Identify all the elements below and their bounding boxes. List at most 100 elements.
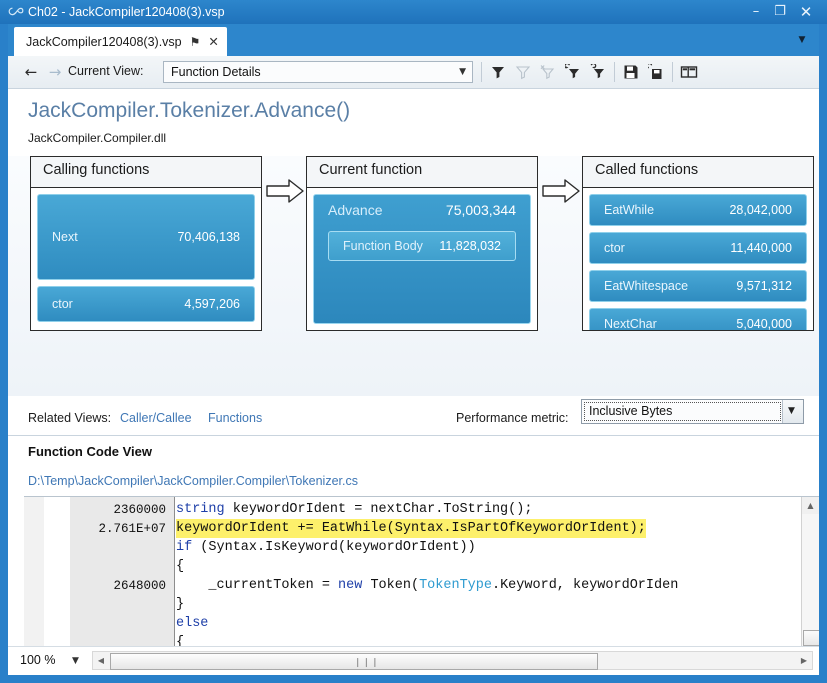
node-value: 28,042,000 [729, 203, 792, 217]
related-views-label: Related Views: [28, 411, 111, 425]
divider [8, 435, 819, 436]
node-label: ctor [52, 297, 73, 311]
current-function-box: Current function Advance 75,003,344 Func… [306, 156, 538, 331]
code-line: } [176, 595, 184, 614]
code-line: if (Syntax.IsKeyword(keywordOrIdent)) [176, 538, 476, 557]
node-value: 5,040,000 [736, 317, 792, 330]
current-function-body: Advance 75,003,344 Function Body 11,828,… [307, 188, 537, 330]
scrollbar-thumb[interactable] [803, 630, 819, 646]
client-area: ← → Current View: Function Details ▼ [8, 56, 819, 675]
close-button[interactable]: ✕ [795, 3, 817, 21]
infinity-icon [8, 5, 24, 19]
current-view-label: Current View: [68, 64, 144, 78]
chevron-down-icon: ▼ [459, 67, 466, 77]
node-label: Advance [328, 202, 382, 218]
node-label: EatWhitespace [604, 279, 688, 293]
called-function-eatwhitespace[interactable]: EatWhitespace 9,571,312 [589, 270, 807, 302]
toolbar: ← → Current View: Function Details ▼ [8, 56, 819, 89]
tab-label: JackCompiler120408(3).vsp [26, 35, 182, 49]
calling-function-ctor[interactable]: ctor 4,597,206 [37, 286, 255, 322]
toolbar-separator-3 [672, 62, 673, 82]
application-window: Ch02 - JackCompiler120408(3).vsp – ❐ ✕ J… [0, 0, 827, 683]
called-function-ctor[interactable]: ctor 11,440,000 [589, 232, 807, 264]
performance-metric-label: Performance metric: [456, 411, 569, 425]
called-functions-header: Called functions [583, 157, 813, 188]
tab-overflow-icon[interactable]: ▼ [795, 33, 809, 47]
current-function-header: Current function [307, 157, 537, 188]
node-value: 9,571,312 [736, 279, 792, 293]
code-line: _currentToken = new Token(TokenType.Keyw… [176, 576, 678, 595]
pin-icon[interactable]: ⚑ [190, 35, 201, 49]
function-code-view-title: Function Code View [28, 444, 152, 459]
called-functions-title: Called functions [595, 162, 698, 178]
related-view-caller-callee-link[interactable]: Caller/Callee [120, 411, 192, 425]
scroll-left-icon[interactable]: ◀ [93, 652, 109, 669]
performance-metric-value: Inclusive Bytes [589, 404, 672, 418]
forward-icon: → [46, 64, 64, 80]
page-title: JackCompiler.Tokenizer.Advance() [28, 99, 350, 123]
current-view-value: Function Details [171, 65, 261, 79]
node-label: ctor [604, 241, 625, 255]
zoom-level: 100 % [20, 653, 55, 667]
calling-functions-header: Calling functions [31, 157, 261, 188]
filter-undo-icon[interactable] [561, 61, 585, 83]
source-file-path-link[interactable]: D:\Temp\JackCompiler\JackCompiler.Compil… [28, 474, 358, 488]
node-label: Function Body [343, 239, 423, 253]
tab-strip: JackCompiler120408(3).vsp ⚑ ✕ ▼ [8, 24, 819, 56]
filter-redo-icon[interactable] [586, 61, 610, 83]
calling-functions-box: Calling functions Next 70,406,138 ctor 4… [30, 156, 262, 331]
maximize-button[interactable]: ❐ [769, 3, 791, 21]
tab-close-icon[interactable]: ✕ [208, 34, 218, 49]
back-icon[interactable]: ← [22, 64, 40, 80]
node-label: EatWhile [604, 203, 654, 217]
code-line: string keywordOrIdent = nextChar.ToStrin… [176, 500, 532, 519]
scroll-up-icon[interactable]: ▲ [802, 497, 819, 514]
split-view-icon[interactable] [677, 61, 701, 83]
calling-functions-body: Next 70,406,138 ctor 4,597,206 [31, 188, 261, 330]
current-function-node[interactable]: Advance 75,003,344 Function Body 11,828,… [313, 194, 531, 324]
scroll-right-icon[interactable]: ▶ [796, 652, 812, 669]
save-icon[interactable] [619, 61, 643, 83]
status-bar: 100 % ▼ ◀ ❘❘❘ ▶ [8, 646, 819, 675]
filter-icon[interactable] [486, 61, 510, 83]
called-functions-body: EatWhile 28,042,000 ctor 11,440,000 EatW… [583, 188, 813, 330]
performance-metric-combo[interactable]: Inclusive Bytes ▼ [581, 399, 804, 424]
called-functions-box: Called functions EatWhile 28,042,000 cto… [582, 156, 814, 331]
filter-delete-icon[interactable] [536, 61, 560, 83]
gutter-value: 2360000 [113, 503, 166, 517]
node-value: 11,828,032 [439, 239, 501, 253]
scrollbar-thumb[interactable]: ❘❘❘ [110, 653, 598, 670]
arrow-current-to-called-icon [542, 178, 582, 204]
calling-function-next[interactable]: Next 70,406,138 [37, 194, 255, 280]
calling-functions-title: Calling functions [43, 162, 149, 178]
node-label: NextChar [604, 317, 657, 330]
called-function-eatwhile[interactable]: EatWhile 28,042,000 [589, 194, 807, 226]
current-view-combo[interactable]: Function Details ▼ [163, 61, 473, 83]
code-line-highlighted: keywordOrIdent += EatWhile(Syntax.IsPart… [176, 519, 646, 538]
minimize-button[interactable]: – [745, 3, 767, 21]
function-body-node[interactable]: Function Body 11,828,032 [328, 231, 516, 261]
horizontal-scrollbar[interactable]: ◀ ❘❘❘ ▶ [92, 651, 813, 670]
node-value: 75,003,344 [446, 202, 516, 218]
save-as-icon[interactable] [644, 61, 668, 83]
code-line: { [176, 557, 184, 576]
code-line: else [176, 614, 208, 633]
document-tab[interactable]: JackCompiler120408(3).vsp ⚑ ✕ [14, 27, 227, 56]
node-value: 4,597,206 [184, 297, 240, 311]
function-details-diagram: Calling functions Next 70,406,138 ctor 4… [8, 156, 819, 396]
chevron-down-icon[interactable]: ▼ [782, 400, 803, 423]
toolbar-separator [481, 62, 482, 82]
related-view-functions-link[interactable]: Functions [208, 411, 262, 425]
node-value: 70,406,138 [177, 230, 240, 244]
scrollbar-grip: ❘❘❘ [354, 658, 380, 668]
node-label: Next [52, 230, 78, 244]
toolbar-separator-2 [614, 62, 615, 82]
title-bar: Ch02 - JackCompiler120408(3).vsp – ❐ ✕ [0, 0, 827, 24]
zoom-dropdown-icon[interactable]: ▼ [72, 656, 79, 666]
current-function-title: Current function [319, 162, 422, 178]
gutter-value: 2.761E+07 [98, 522, 166, 536]
window-title: Ch02 - JackCompiler120408(3).vsp [28, 4, 225, 20]
called-function-nextchar[interactable]: NextChar 5,040,000 [589, 308, 807, 330]
module-name: JackCompiler.Compiler.dll [28, 131, 166, 145]
filter-clear-icon[interactable] [511, 61, 535, 83]
